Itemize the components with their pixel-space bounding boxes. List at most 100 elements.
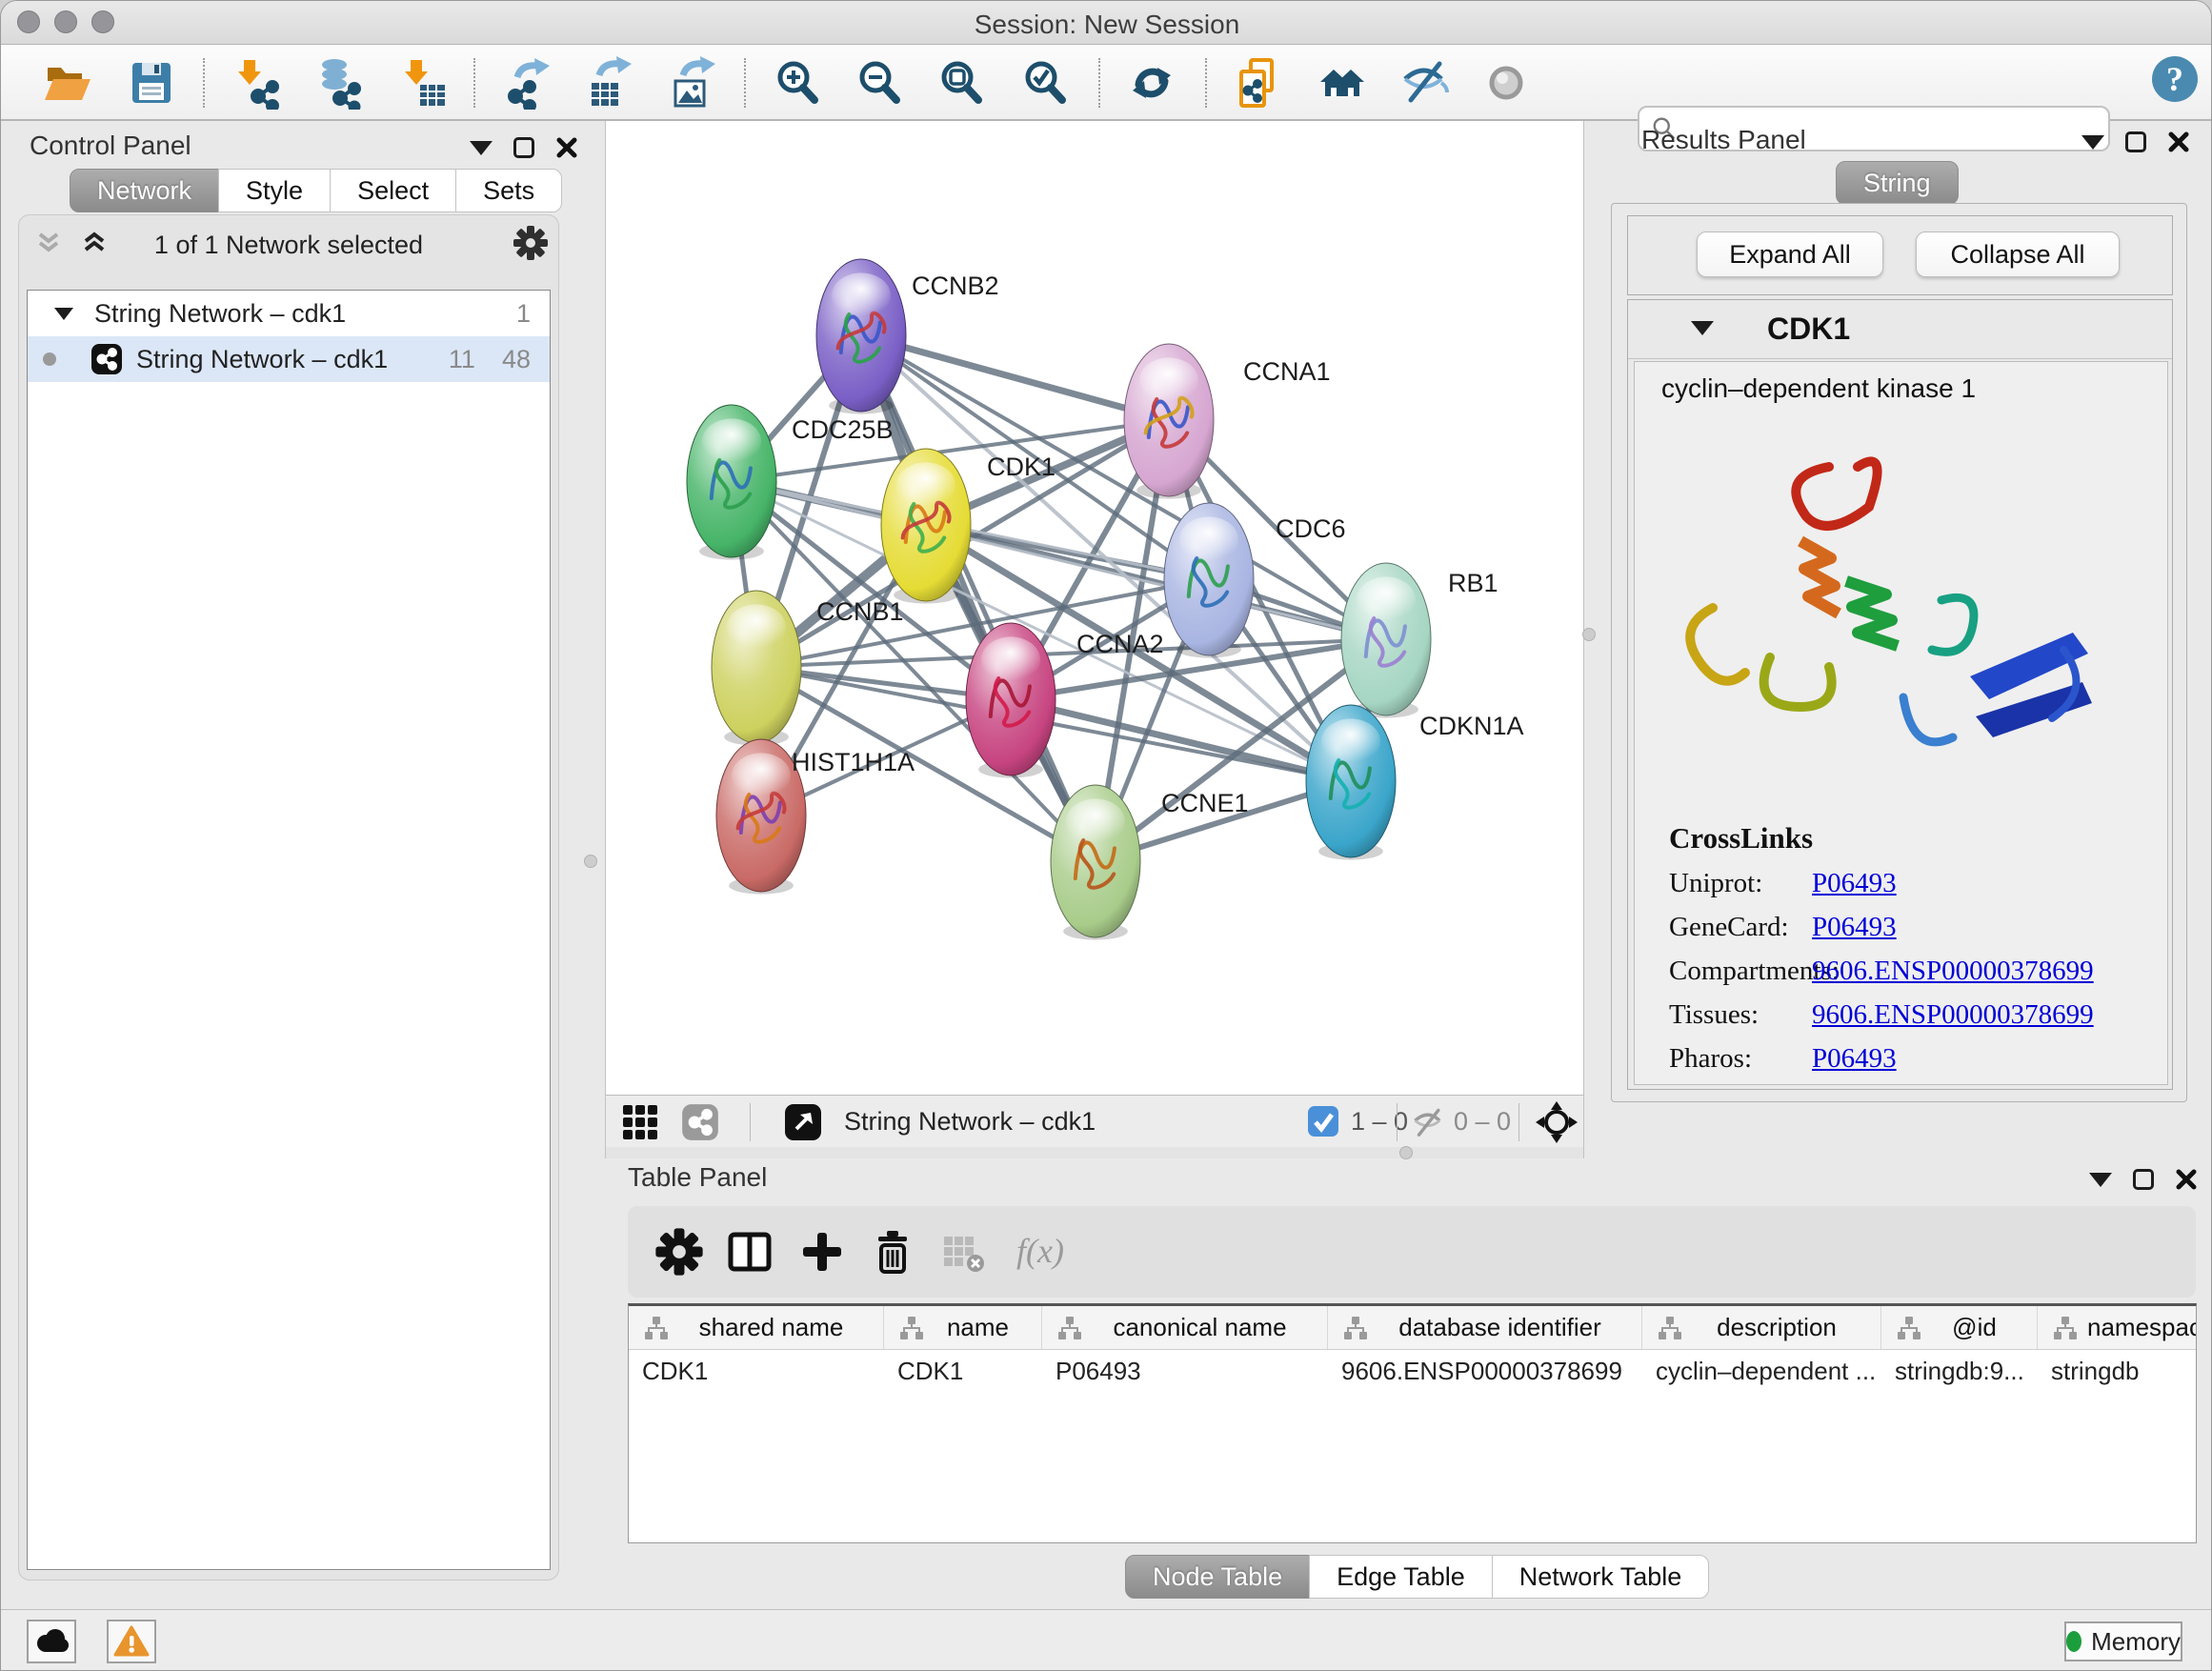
selected-checkbox-icon[interactable] bbox=[1307, 1105, 1339, 1142]
network-node-CCNB1[interactable]: CCNB1 bbox=[712, 591, 904, 746]
crosslink-link[interactable]: P06493 bbox=[1812, 868, 1897, 899]
float-panel-icon[interactable] bbox=[2133, 1169, 2154, 1190]
tab-edge-table[interactable]: Edge Table bbox=[1309, 1555, 1493, 1599]
fit-content-crosshair-icon[interactable] bbox=[1536, 1101, 1578, 1148]
panel-menu-icon[interactable] bbox=[2081, 135, 2104, 150]
crosslink-link[interactable]: 9606.ENSP00000378699 bbox=[1812, 999, 2094, 1031]
float-panel-icon[interactable] bbox=[2125, 131, 2146, 152]
network-graph[interactable]: CCNB2 CCNA1 CDC25B CDK1 CDC6 RB1 CCNB1 CCNA2 CDK… bbox=[606, 121, 1583, 1095]
show-all-eye-icon[interactable] bbox=[1479, 56, 1533, 110]
network-node-RB1[interactable]: RB1 bbox=[1341, 563, 1498, 718]
float-panel-icon[interactable] bbox=[513, 137, 534, 158]
network-node-CCNA2[interactable]: CCNA2 bbox=[966, 623, 1164, 778]
expand-all-button[interactable]: Expand All bbox=[1697, 232, 1883, 277]
column-header-namespace[interactable]: namespace bbox=[2038, 1306, 2197, 1349]
close-panel-icon[interactable] bbox=[2175, 1168, 2198, 1191]
network-node-CDKN1A[interactable]: CDKN1A bbox=[1306, 705, 1524, 860]
node-label-CDKN1A: CDKN1A bbox=[1419, 712, 1524, 740]
network-collection-row[interactable]: String Network – cdk1 1 bbox=[28, 291, 550, 336]
export-network-icon[interactable] bbox=[500, 56, 553, 110]
crosslink-link[interactable]: 9606.ENSP00000378699 bbox=[1812, 956, 2094, 987]
crosslink-link[interactable]: P06493 bbox=[1812, 912, 1897, 943]
column-header-canonical-name[interactable]: canonical name bbox=[1042, 1306, 1328, 1349]
export-image-icon[interactable] bbox=[666, 56, 719, 110]
column-header-@id[interactable]: @id bbox=[1881, 1306, 2038, 1349]
column-header-name[interactable]: name bbox=[884, 1306, 1042, 1349]
save-session-icon[interactable] bbox=[125, 56, 178, 110]
zoom-out-icon[interactable] bbox=[853, 56, 906, 110]
import-table-file-icon[interactable] bbox=[395, 56, 449, 110]
table-row[interactable]: CDK1CDK1P064939606.ENSP00000378699cyclin… bbox=[629, 1350, 2196, 1392]
control-panel: Control Panel NetworkStyleSelectSets 1 o… bbox=[12, 127, 565, 1586]
splitter-handle[interactable] bbox=[584, 855, 597, 868]
table-options-gear-icon[interactable] bbox=[654, 1227, 704, 1277]
birdseye-grid-icon[interactable] bbox=[621, 1103, 659, 1146]
tab-select[interactable]: Select bbox=[330, 169, 456, 212]
refresh-icon[interactable] bbox=[1125, 56, 1178, 110]
string-results-box: Expand All Collapse All CDK1 cyclin–depe… bbox=[1611, 203, 2187, 1102]
node-label-CDC25B: CDC25B bbox=[792, 415, 894, 444]
node-label-CDK1: CDK1 bbox=[987, 453, 1056, 481]
network-node-CDC25B[interactable]: CDC25B bbox=[687, 405, 894, 560]
toolbar-separator bbox=[203, 58, 205, 108]
warnings-button[interactable] bbox=[107, 1620, 156, 1663]
network-node-CCNE1[interactable]: CCNE1 bbox=[1051, 785, 1249, 940]
splitter-horizontal[interactable] bbox=[606, 1147, 1583, 1158]
panel-menu-icon[interactable] bbox=[470, 141, 493, 155]
zoom-in-icon[interactable] bbox=[771, 56, 824, 110]
node-label-CCNB2: CCNB2 bbox=[912, 272, 999, 300]
crosslink-link[interactable]: P06493 bbox=[1812, 1043, 1897, 1075]
cloud-button[interactable] bbox=[27, 1620, 76, 1663]
network-row-selected[interactable]: String Network – cdk1 11 48 bbox=[28, 336, 550, 382]
copy-document-icon[interactable] bbox=[1232, 56, 1285, 110]
zoom-fit-icon[interactable] bbox=[935, 56, 988, 110]
crosslinks-list: Uniprot:P06493GeneCard:P06493Compartment… bbox=[1635, 861, 2168, 1080]
show-columns-icon[interactable] bbox=[725, 1227, 774, 1277]
tab-style[interactable]: Style bbox=[218, 169, 331, 212]
splitter-handle[interactable] bbox=[1399, 1146, 1413, 1159]
network-node-CCNA1[interactable]: CCNA1 bbox=[1124, 344, 1331, 499]
node-section-header[interactable]: CDK1 bbox=[1628, 300, 2172, 359]
delete-column-trash-icon[interactable] bbox=[868, 1227, 917, 1277]
tab-node-table[interactable]: Node Table bbox=[1125, 1555, 1310, 1599]
close-panel-icon[interactable] bbox=[2167, 131, 2190, 153]
svg-text:?: ? bbox=[2166, 60, 2183, 98]
tab-network[interactable]: Network bbox=[70, 169, 219, 212]
node-label-RB1: RB1 bbox=[1448, 569, 1498, 597]
memory-button[interactable]: Memory bbox=[2064, 1621, 2182, 1661]
crosslink-label: GeneCard: bbox=[1635, 912, 1812, 943]
network-node-CCNB2[interactable]: CCNB2 bbox=[816, 259, 999, 414]
table-cell: cyclin–dependent ... bbox=[1642, 1357, 1881, 1386]
crosslink-row: GeneCard:P06493 bbox=[1635, 905, 2168, 949]
open-in-window-icon[interactable] bbox=[784, 1103, 822, 1146]
tab-network-table[interactable]: Network Table bbox=[1492, 1555, 1710, 1599]
collapse-all-button[interactable]: Collapse All bbox=[1916, 232, 2120, 277]
collapse-section-icon[interactable] bbox=[1691, 321, 1714, 335]
close-panel-icon[interactable] bbox=[555, 136, 578, 159]
collection-label: String Network – cdk1 bbox=[94, 299, 346, 329]
control-panel-title: Control Panel bbox=[30, 131, 191, 161]
network-options-gear-icon[interactable] bbox=[513, 225, 549, 266]
import-network-database-icon[interactable] bbox=[312, 56, 365, 110]
hide-selected-eye-slash-icon[interactable] bbox=[1398, 56, 1451, 110]
tab-sets[interactable]: Sets bbox=[455, 169, 562, 212]
column-header-shared-name[interactable]: shared name bbox=[629, 1306, 884, 1349]
string-panel-toggle-icon[interactable] bbox=[681, 1103, 719, 1146]
home-icon[interactable] bbox=[1316, 56, 1369, 110]
tab-string[interactable]: String bbox=[1836, 161, 1959, 205]
export-table-icon[interactable] bbox=[582, 56, 635, 110]
panel-menu-icon[interactable] bbox=[2089, 1173, 2112, 1187]
network-node-CDC6[interactable]: CDC6 bbox=[1164, 503, 1346, 658]
help-icon[interactable]: ? bbox=[2148, 52, 2202, 106]
open-session-icon[interactable] bbox=[41, 56, 94, 110]
network-node-HIST1H1A[interactable]: HIST1H1A bbox=[716, 739, 915, 895]
column-header-description[interactable]: description bbox=[1642, 1306, 1881, 1349]
column-header-database-identifier[interactable]: database identifier bbox=[1328, 1306, 1642, 1349]
table-cell: stringdb bbox=[2038, 1357, 2197, 1386]
memory-status-icon bbox=[2066, 1631, 2081, 1652]
add-column-icon[interactable] bbox=[797, 1227, 847, 1277]
import-network-file-icon[interactable] bbox=[230, 56, 283, 110]
network-status-dot-icon bbox=[43, 352, 56, 366]
zoom-selected-icon[interactable] bbox=[1018, 56, 1072, 110]
collapse-collection-icon[interactable] bbox=[54, 308, 73, 320]
